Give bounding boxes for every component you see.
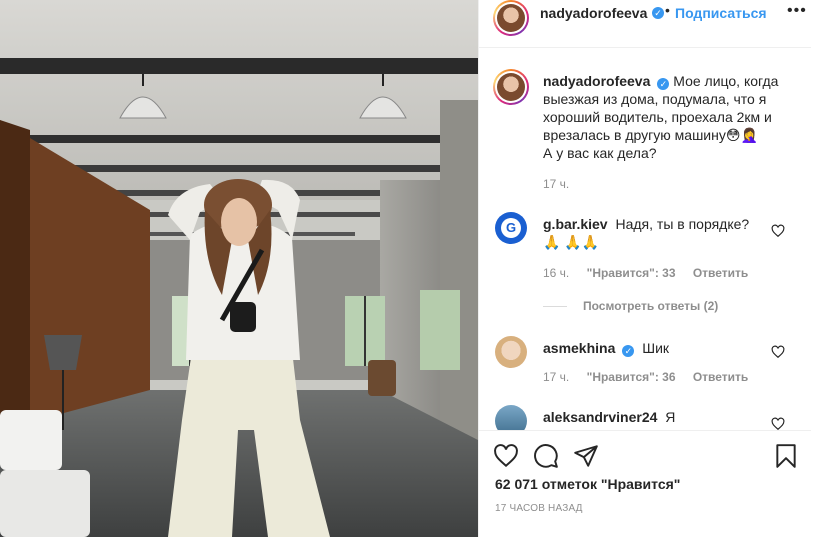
post-image bbox=[0, 0, 478, 537]
likes-count[interactable]: 62 071 отметок "Нравится" bbox=[495, 476, 680, 492]
verified-icon: ✓ bbox=[652, 7, 664, 19]
g-logo-icon: G bbox=[501, 218, 521, 238]
post-photo[interactable] bbox=[0, 0, 478, 537]
comment-username[interactable]: asmekhina bbox=[543, 340, 615, 356]
comment-icon[interactable] bbox=[533, 443, 559, 469]
comment-text: Шик bbox=[642, 340, 670, 356]
comment-avatar[interactable]: G bbox=[495, 212, 527, 244]
comment-time: 16 ч. bbox=[543, 266, 570, 280]
replies-divider bbox=[543, 305, 567, 307]
post-side-panel: nadyadorofeeva ✓ • Подписаться ••• nadya… bbox=[478, 0, 814, 537]
caption-time: 17 ч. bbox=[543, 177, 570, 191]
comment-like-icon[interactable] bbox=[771, 224, 785, 238]
caption-username[interactable]: nadyadorofeeva bbox=[543, 73, 650, 89]
heart-icon[interactable] bbox=[493, 443, 519, 469]
view-replies-label: Посмотреть ответы (2) bbox=[583, 299, 719, 313]
comment-likes[interactable]: "Нравится": 33 bbox=[587, 266, 676, 280]
comment-avatar[interactable] bbox=[495, 336, 527, 368]
post-header: nadyadorofeeva ✓ • Подписаться ••• bbox=[479, 0, 811, 48]
comment-time: 17 ч. bbox=[543, 370, 570, 384]
comment-avatar[interactable] bbox=[495, 405, 527, 430]
comments-scroll-area[interactable]: nadyadorofeeva ✓ Мое лицо, когда выезжая … bbox=[479, 49, 811, 430]
reply-button[interactable]: Ответить bbox=[693, 266, 748, 280]
post-timestamp: 17 ЧАСОВ НАЗАД bbox=[495, 503, 583, 514]
verified-icon: ✓ bbox=[622, 345, 635, 357]
comment-likes[interactable]: "Нравится": 36 bbox=[587, 370, 676, 384]
comment-username[interactable]: g.bar.kiev bbox=[543, 216, 608, 232]
separator-dot: • bbox=[665, 2, 670, 18]
post-actions: 62 071 отметок "Нравится" 17 ЧАСОВ НАЗАД bbox=[479, 430, 811, 537]
comment-username[interactable]: aleksandrviner24 bbox=[543, 409, 657, 425]
more-options-icon[interactable]: ••• bbox=[787, 2, 807, 20]
comment-like-icon[interactable] bbox=[771, 345, 785, 359]
verified-icon: ✓ bbox=[657, 78, 670, 90]
follow-button[interactable]: Подписаться bbox=[675, 5, 767, 21]
bookmark-icon[interactable] bbox=[773, 443, 799, 469]
view-replies-button[interactable]: Посмотреть ответы (2) bbox=[543, 299, 718, 313]
reply-button[interactable]: Ответить bbox=[693, 370, 748, 384]
comment-like-icon[interactable] bbox=[771, 417, 785, 430]
share-icon[interactable] bbox=[573, 443, 599, 469]
caption-author-avatar[interactable] bbox=[493, 69, 529, 105]
author-username[interactable]: nadyadorofeeva bbox=[540, 5, 647, 21]
author-avatar[interactable] bbox=[493, 0, 529, 36]
